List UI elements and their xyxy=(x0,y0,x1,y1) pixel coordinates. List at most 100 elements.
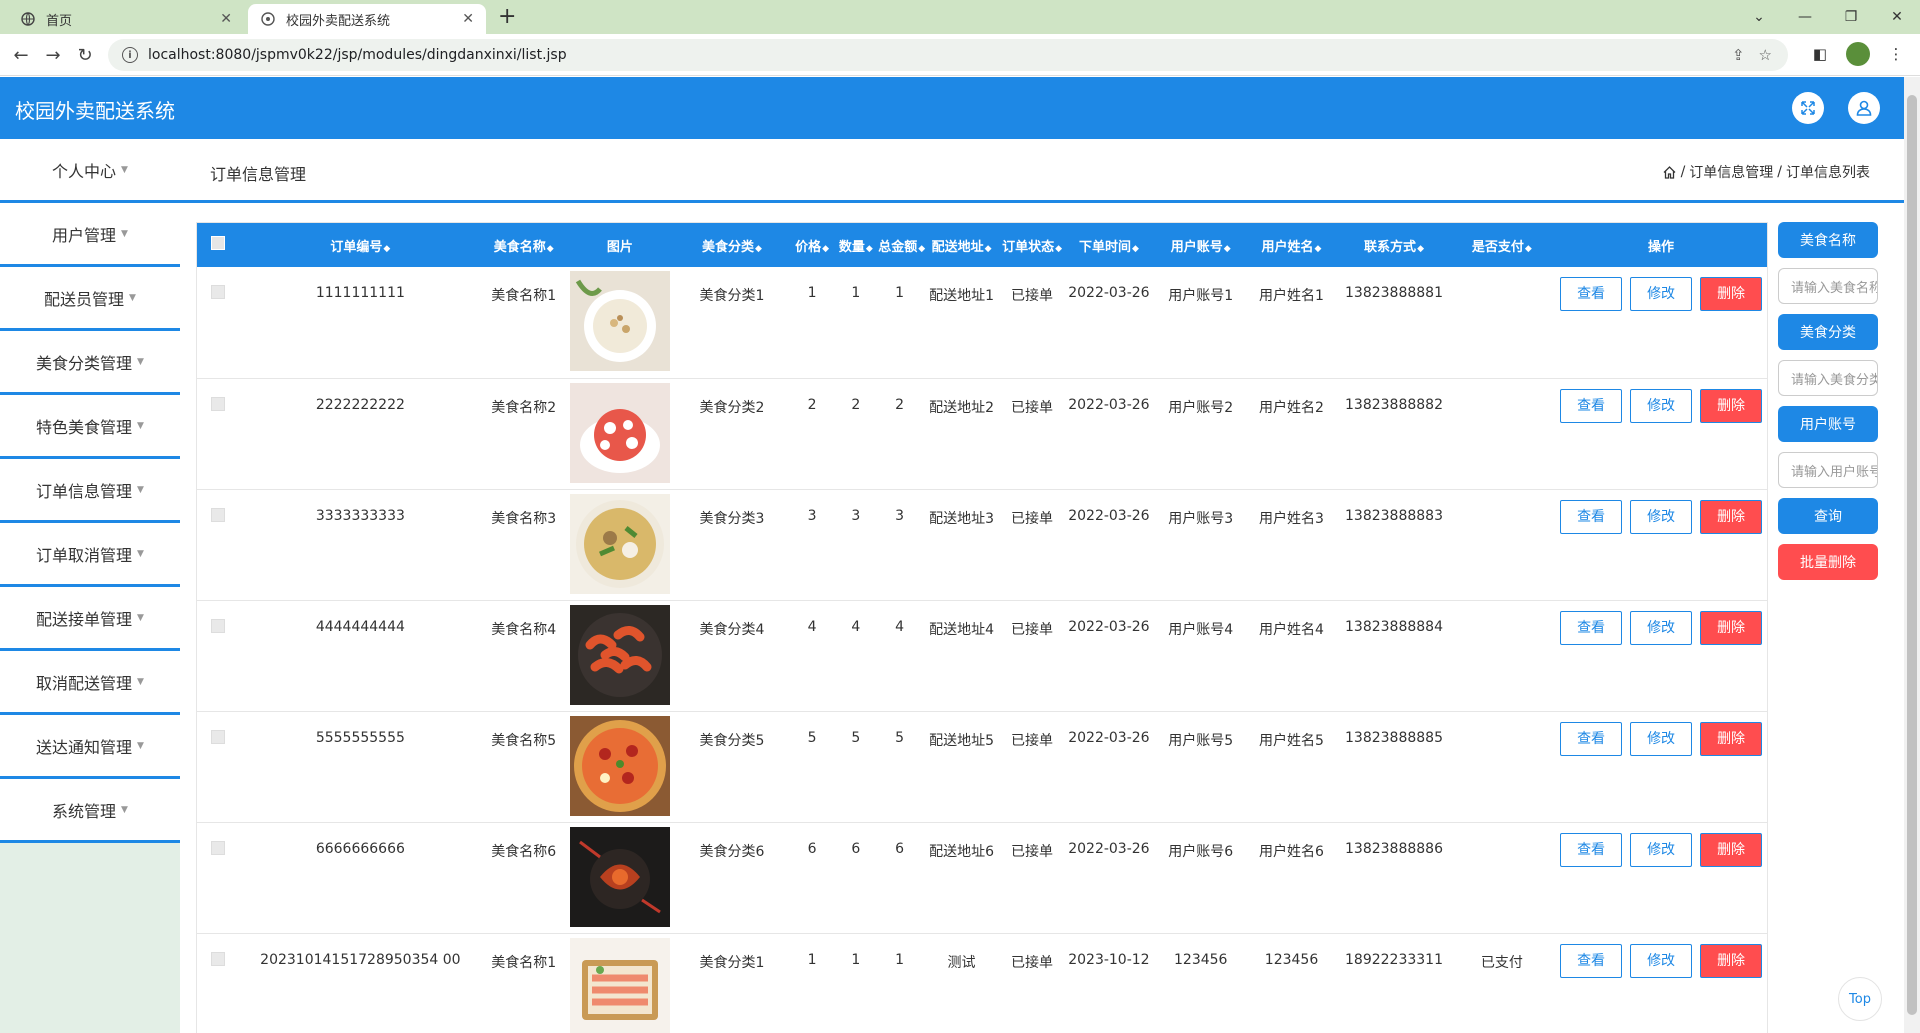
edit-button[interactable]: 修改 xyxy=(1630,943,1693,978)
sort-icon[interactable]: ◆ xyxy=(547,244,554,254)
profile-icon[interactable] xyxy=(1846,42,1870,66)
row-checkbox[interactable] xyxy=(211,507,226,522)
close-icon[interactable]: ✕ xyxy=(220,11,232,27)
close-icon[interactable]: ✕ xyxy=(1874,0,1920,34)
info-icon[interactable]: i xyxy=(122,47,138,63)
edit-button[interactable]: 修改 xyxy=(1630,610,1693,645)
sort-icon[interactable]: ◆ xyxy=(985,244,992,254)
reload-icon[interactable]: ↻ xyxy=(72,42,98,68)
column-header-address[interactable]: 配送地址◆ xyxy=(921,223,1002,267)
back-to-top-button[interactable]: Top xyxy=(1838,977,1882,1021)
page-scrollbar[interactable] xyxy=(1904,77,1920,1033)
sort-icon[interactable]: ◆ xyxy=(918,244,925,254)
url-bar[interactable]: i localhost:8080/jspmv0k22/jsp/modules/d… xyxy=(108,39,1788,71)
row-checkbox[interactable] xyxy=(211,951,226,966)
category-input[interactable]: 请输入美食分类 xyxy=(1778,360,1878,396)
row-checkbox[interactable] xyxy=(211,618,226,633)
food-image[interactable] xyxy=(569,715,670,816)
sidebar-item-personal-center[interactable]: 个人中心 ▼ xyxy=(0,139,180,203)
sort-icon[interactable]: ◆ xyxy=(1417,244,1424,254)
sidebar-item-couriers[interactable]: 配送员管理 ▼ xyxy=(0,267,180,331)
account-input[interactable]: 请输入用户账号 xyxy=(1778,452,1878,488)
sort-icon[interactable]: ◆ xyxy=(1224,244,1231,254)
delete-button[interactable]: 删除 xyxy=(1700,943,1763,978)
column-header-account[interactable]: 用户账号◆ xyxy=(1156,223,1246,267)
column-header-quantity[interactable]: 数量◆ xyxy=(833,223,878,267)
column-header-order-no[interactable]: 订单编号◆ xyxy=(240,223,481,267)
edit-button[interactable]: 修改 xyxy=(1630,721,1693,756)
sort-icon[interactable]: ◆ xyxy=(866,244,873,254)
view-button[interactable]: 查看 xyxy=(1560,610,1623,645)
edit-button[interactable]: 修改 xyxy=(1630,277,1693,311)
row-checkbox[interactable] xyxy=(211,285,226,299)
restore-icon[interactable]: ❐ xyxy=(1828,0,1874,34)
delete-button[interactable]: 删除 xyxy=(1700,277,1763,311)
sort-icon[interactable]: ◆ xyxy=(822,244,829,254)
food-image[interactable] xyxy=(569,271,670,371)
sidepanel-icon[interactable]: ◧ xyxy=(1808,42,1832,66)
fullscreen-button[interactable] xyxy=(1792,92,1824,124)
view-button[interactable]: 查看 xyxy=(1560,277,1623,311)
row-checkbox[interactable] xyxy=(211,729,226,744)
delete-button[interactable]: 删除 xyxy=(1700,832,1763,867)
star-icon[interactable]: ☆ xyxy=(1759,46,1772,64)
query-button[interactable]: 查询 xyxy=(1778,498,1878,534)
browser-tab-home[interactable]: 首页 ✕ xyxy=(8,4,244,34)
column-header-price[interactable]: 价格◆ xyxy=(791,223,834,267)
delete-button[interactable]: 删除 xyxy=(1700,499,1763,534)
back-arrow-icon[interactable]: ← xyxy=(8,42,34,68)
sidebar-item-orders[interactable]: 订单信息管理 ▼ xyxy=(0,459,180,523)
sidebar-item-food-categories[interactable]: 美食分类管理 ▼ xyxy=(0,331,180,395)
sort-icon[interactable]: ◆ xyxy=(755,244,762,254)
sort-icon[interactable]: ◆ xyxy=(1132,244,1139,254)
sidebar-item-order-cancellation[interactable]: 订单取消管理 ▼ xyxy=(0,523,180,587)
browser-tab-active[interactable]: 校园外卖配送系统 ✕ xyxy=(248,4,486,34)
sidebar-item-system[interactable]: 系统管理 ▼ xyxy=(0,779,180,843)
edit-button[interactable]: 修改 xyxy=(1630,832,1693,867)
delete-button[interactable]: 删除 xyxy=(1700,610,1763,645)
view-button[interactable]: 查看 xyxy=(1560,499,1623,534)
view-button[interactable]: 查看 xyxy=(1560,832,1623,867)
sidebar-item-delivery-notice[interactable]: 送达通知管理 ▼ xyxy=(0,715,180,779)
edit-button[interactable]: 修改 xyxy=(1630,388,1693,423)
food-image[interactable] xyxy=(569,826,670,927)
url-text[interactable]: localhost:8080/jspmv0k22/jsp/modules/din… xyxy=(148,47,567,63)
column-header-status[interactable]: 订单状态◆ xyxy=(1002,223,1062,267)
column-header-order-time[interactable]: 下单时间◆ xyxy=(1062,223,1156,267)
close-icon[interactable]: ✕ xyxy=(462,11,474,27)
select-all-checkbox[interactable] xyxy=(211,236,226,250)
sidebar-item-delivery-cancel[interactable]: 取消配送管理 ▼ xyxy=(0,651,180,715)
column-header-user-name[interactable]: 用户姓名◆ xyxy=(1246,223,1338,267)
column-header-food-name[interactable]: 美食名称◆ xyxy=(481,223,566,267)
share-icon[interactable]: ⇪ xyxy=(1732,46,1745,64)
row-checkbox[interactable] xyxy=(211,840,226,855)
view-button[interactable]: 查看 xyxy=(1560,943,1623,978)
column-header-paid[interactable]: 是否支付◆ xyxy=(1451,223,1554,267)
edit-button[interactable]: 修改 xyxy=(1630,499,1693,534)
user-menu-button[interactable] xyxy=(1848,92,1880,124)
scrollbar-thumb[interactable] xyxy=(1907,95,1917,1015)
breadcrumb-item[interactable]: 订单信息管理 xyxy=(1689,162,1773,182)
sort-icon[interactable]: ◆ xyxy=(383,244,390,254)
sort-icon[interactable]: ◆ xyxy=(1055,244,1062,254)
delete-button[interactable]: 删除 xyxy=(1700,721,1763,756)
food-image[interactable] xyxy=(569,937,670,1033)
food-image[interactable] xyxy=(569,382,670,483)
food-name-input[interactable]: 请输入美食名称 xyxy=(1778,268,1878,304)
view-button[interactable]: 查看 xyxy=(1560,388,1623,423)
column-header-phone[interactable]: 联系方式◆ xyxy=(1337,223,1450,267)
sidebar-item-featured-food[interactable]: 特色美食管理 ▼ xyxy=(0,395,180,459)
column-header-total[interactable]: 总金额◆ xyxy=(878,223,925,267)
forward-arrow-icon[interactable]: → xyxy=(40,42,66,68)
minimize-icon[interactable]: — xyxy=(1782,0,1828,34)
food-image[interactable] xyxy=(569,493,670,594)
batch-delete-button[interactable]: 批量删除 xyxy=(1778,544,1878,580)
sidebar-item-delivery-accept[interactable]: 配送接单管理 ▼ xyxy=(0,587,180,651)
row-checkbox[interactable] xyxy=(211,396,226,411)
new-tab-icon[interactable]: + xyxy=(498,5,516,29)
sidebar-item-users[interactable]: 用户管理 ▼ xyxy=(0,203,180,267)
chevron-down-icon[interactable]: ⌄ xyxy=(1736,0,1782,34)
sort-icon[interactable]: ◆ xyxy=(1525,244,1532,254)
view-button[interactable]: 查看 xyxy=(1560,721,1623,756)
column-header-category[interactable]: 美食分类◆ xyxy=(673,223,790,267)
